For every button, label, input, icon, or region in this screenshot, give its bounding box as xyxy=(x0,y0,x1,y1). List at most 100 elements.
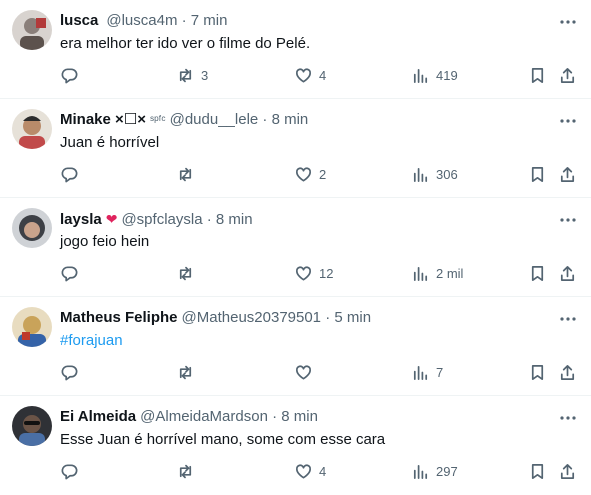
share-icon xyxy=(560,364,575,380)
action-bar: 12 2 mil xyxy=(0,261,591,285)
display-name[interactable]: laysla xyxy=(60,211,102,228)
timestamp[interactable]: 8 min xyxy=(272,111,309,128)
heart-badge-icon: ❤ xyxy=(105,211,118,227)
user-handle[interactable]: @Matheus20379501 xyxy=(182,309,322,326)
like-button[interactable] xyxy=(294,360,319,384)
bookmark-icon xyxy=(531,265,544,281)
view-count: 306 xyxy=(436,166,458,182)
timestamp[interactable]: 5 min xyxy=(334,309,371,326)
separator-dot: · xyxy=(181,12,187,29)
view-count: 7 xyxy=(436,364,444,380)
retweet-icon xyxy=(179,68,192,82)
separator-dot: · xyxy=(206,211,212,228)
reply-button[interactable] xyxy=(60,261,85,285)
bookmark-button[interactable] xyxy=(528,261,547,285)
views-button[interactable]: 297 xyxy=(411,459,458,483)
more-icon[interactable] xyxy=(559,13,577,31)
views-button[interactable]: 2 mil xyxy=(411,261,463,285)
display-name[interactable]: Matheus Feliphe xyxy=(60,309,178,326)
timestamp[interactable]: 7 min xyxy=(191,12,228,29)
separator-dot: · xyxy=(262,111,268,128)
timestamp[interactable]: 8 min xyxy=(216,211,253,228)
bookmark-button[interactable] xyxy=(528,162,547,186)
reply-button[interactable] xyxy=(60,63,85,87)
share-icon xyxy=(560,265,575,281)
reply-icon xyxy=(61,463,78,479)
tweet[interactable]: Matheus Feliphe @Matheus20379501 · 5 min … xyxy=(0,297,591,396)
avatar[interactable] xyxy=(12,307,52,347)
bookmark-icon xyxy=(531,67,544,83)
bookmark-icon xyxy=(531,463,544,479)
more-icon[interactable] xyxy=(559,310,577,328)
views-button[interactable]: 419 xyxy=(411,63,458,87)
share-button[interactable] xyxy=(558,459,577,483)
avatar[interactable] xyxy=(12,208,52,248)
user-handle[interactable]: @lusca4m xyxy=(106,12,177,29)
tweet[interactable]: Minake ×☐× ˢᵖᶠᶜ @dudu__lele · 8 min Juan é… xyxy=(0,99,591,198)
display-name[interactable]: lusca xyxy=(60,12,98,29)
bookmark-button[interactable] xyxy=(528,360,547,384)
view-count: 2 mil xyxy=(436,265,464,281)
retweet-icon xyxy=(179,365,192,379)
tweet-header: lusca @lusca4m · 7 min xyxy=(60,11,541,31)
tweet[interactable]: laysla ❤ @spfclaysla · 8 min jogo feio hei… xyxy=(0,198,591,297)
like-icon xyxy=(295,166,312,182)
views-icon xyxy=(413,464,428,479)
tweet-header: Matheus Feliphe @Matheus20379501 · 5 min xyxy=(60,308,541,328)
share-button[interactable] xyxy=(558,261,577,285)
retweet-button[interactable] xyxy=(176,162,201,186)
timestamp[interactable]: 8 min xyxy=(281,408,318,425)
reply-icon xyxy=(61,67,78,83)
more-icon[interactable] xyxy=(559,409,577,427)
share-button[interactable] xyxy=(558,63,577,87)
hashtag-link[interactable]: #forajuan xyxy=(60,331,571,351)
retweet-button[interactable]: 3 xyxy=(176,63,208,87)
reply-icon xyxy=(61,364,78,380)
retweet-button[interactable] xyxy=(176,261,201,285)
share-button[interactable] xyxy=(558,162,577,186)
user-handle[interactable]: @dudu__lele xyxy=(170,111,259,128)
user-handle[interactable]: @spfclaysla xyxy=(121,211,202,228)
views-button[interactable]: 7 xyxy=(411,360,443,384)
tweet-text: Juan é horrível xyxy=(60,134,160,151)
bookmark-button[interactable] xyxy=(528,459,547,483)
tweet-header: laysla ❤ @spfclaysla · 8 min xyxy=(60,209,541,229)
retweet-icon xyxy=(179,167,192,181)
reply-feed: lusca @lusca4m · 7 min era melhor ter ido… xyxy=(0,0,591,493)
action-bar: 4 297 xyxy=(0,459,591,483)
share-icon xyxy=(560,166,575,182)
avatar[interactable] xyxy=(12,10,52,50)
like-count: 12 xyxy=(319,265,334,281)
reply-button[interactable] xyxy=(60,459,85,483)
more-icon[interactable] xyxy=(559,112,577,130)
like-button[interactable]: 2 xyxy=(294,162,326,186)
reply-button[interactable] xyxy=(60,360,85,384)
display-name[interactable]: Ei Almeida xyxy=(60,408,136,425)
bookmark-button[interactable] xyxy=(528,63,547,87)
user-handle[interactable]: @AlmeidaMardson xyxy=(140,408,268,425)
reply-icon xyxy=(61,166,78,182)
reply-button[interactable] xyxy=(60,162,85,186)
tweet[interactable]: Ei Almeida @AlmeidaMardson · 8 min Esse J… xyxy=(0,396,591,495)
avatar[interactable] xyxy=(12,109,52,149)
view-count: 297 xyxy=(436,463,458,479)
like-count: 4 xyxy=(319,463,327,479)
display-name[interactable]: Minake ×☐× xyxy=(60,111,146,128)
views-icon xyxy=(413,167,428,182)
retweet-icon xyxy=(179,464,192,478)
tweet[interactable]: lusca @lusca4m · 7 min era melhor ter ido… xyxy=(0,0,591,99)
views-icon xyxy=(413,266,428,281)
more-icon[interactable] xyxy=(559,211,577,229)
retweet-button[interactable] xyxy=(176,360,201,384)
tweet-text: Esse Juan é horrível mano, some com esse… xyxy=(60,431,386,448)
share-icon xyxy=(560,463,575,479)
like-button[interactable]: 12 xyxy=(294,261,333,285)
like-button[interactable]: 4 xyxy=(294,63,326,87)
views-button[interactable]: 306 xyxy=(411,162,458,186)
avatar[interactable] xyxy=(12,406,52,446)
retweet-button[interactable] xyxy=(176,459,201,483)
tweet-text: era melhor ter ido ver o filme do Pelé. xyxy=(60,35,311,52)
like-button[interactable]: 4 xyxy=(294,459,326,483)
share-button[interactable] xyxy=(558,360,577,384)
views-icon xyxy=(413,68,428,83)
